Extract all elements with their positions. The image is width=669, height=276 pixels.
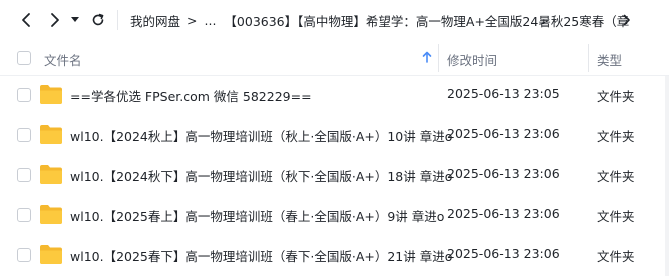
forward-button[interactable]	[45, 10, 65, 30]
breadcrumb: 我的网盘 > ... 【003636】【高中物理】希望学：高一物理A+全国版24…	[130, 0, 640, 40]
breadcrumb-separator: >	[187, 12, 198, 28]
column-divider[interactable]	[588, 44, 589, 72]
back-button[interactable]	[16, 10, 36, 30]
arrow-up-icon	[422, 51, 432, 63]
folder-icon	[40, 205, 62, 224]
file-row[interactable]: wl10.【2024秋上】高一物理培训班（秋上·全国版·A+）10讲 章进o 2…	[0, 116, 669, 156]
row-checkbox[interactable]	[17, 168, 31, 182]
file-row[interactable]: wl10.【2024秋下】高一物理培训班（秋下·全国版·A+）18讲 章进o 2…	[0, 156, 669, 196]
file-type: 文件夹	[597, 209, 635, 224]
folder-icon	[40, 85, 62, 104]
chevron-right-icon	[623, 14, 630, 26]
breadcrumb-root[interactable]: 我的网盘	[130, 11, 180, 30]
column-divider[interactable]	[438, 44, 439, 72]
row-checkbox[interactable]	[17, 128, 31, 142]
vertical-scrollbar[interactable]	[665, 76, 669, 276]
breadcrumb-ellipsis[interactable]: ...	[205, 13, 217, 28]
file-list-header: 文件名 修改时间 类型	[0, 40, 669, 76]
toolbar-divider	[117, 10, 118, 30]
column-header-type[interactable]: 类型	[597, 50, 622, 69]
file-type: 文件夹	[597, 129, 635, 144]
file-modified-time: 2025-06-13 23:06	[447, 166, 560, 181]
file-name[interactable]: wl10.【2025春下】高一物理培训班（春下·全国版·A+）21讲 章进o	[70, 246, 452, 265]
file-type: 文件夹	[597, 249, 635, 264]
chevron-left-icon	[22, 13, 30, 27]
row-checkbox[interactable]	[17, 248, 31, 262]
history-dropdown-button[interactable]	[68, 10, 82, 30]
sort-ascending-button[interactable]	[422, 51, 432, 66]
refresh-icon	[92, 13, 104, 26]
file-name[interactable]: wl10.【2024秋下】高一物理培训班（秋下·全国版·A+）18讲 章进o	[70, 166, 452, 185]
file-name[interactable]: ==学各优选 FPSer.com 微信 582229==	[70, 86, 312, 105]
breadcrumb-current[interactable]: 【003636】【高中物理】希望学：高一物理A+全国版24暑秋25寒春（章	[224, 11, 629, 30]
folder-icon	[40, 165, 62, 184]
file-row[interactable]: wl10.【2025春上】高一物理培训班（春上·全国版·A+）9讲 章进o 20…	[0, 196, 669, 236]
file-modified-time: 2025-06-13 23:06	[447, 246, 560, 261]
refresh-button[interactable]	[88, 10, 108, 30]
file-modified-time: 2025-06-13 23:06	[447, 126, 560, 141]
folder-icon	[40, 245, 62, 264]
column-header-modified[interactable]: 修改时间	[447, 50, 497, 69]
column-header-name[interactable]: 文件名	[44, 50, 82, 69]
file-row[interactable]: ==学各优选 FPSer.com 微信 582229== 2025-06-13 …	[0, 76, 669, 116]
navigation-bar: 我的网盘 > ... 【003636】【高中物理】希望学：高一物理A+全国版24…	[0, 0, 669, 40]
row-checkbox[interactable]	[17, 208, 31, 222]
file-list: ==学各优选 FPSer.com 微信 582229== 2025-06-13 …	[0, 76, 669, 276]
file-name[interactable]: wl10.【2025春上】高一物理培训班（春上·全国版·A+）9讲 章进o	[70, 206, 444, 225]
row-checkbox[interactable]	[17, 88, 31, 102]
file-name[interactable]: wl10.【2024秋上】高一物理培训班（秋上·全国版·A+）10讲 章进o	[70, 126, 452, 145]
file-modified-time: 2025-06-13 23:05	[447, 86, 560, 101]
chevron-right-icon	[51, 13, 59, 27]
folder-icon	[40, 125, 62, 144]
file-type: 文件夹	[597, 169, 635, 184]
select-all-checkbox[interactable]	[17, 51, 31, 65]
file-row[interactable]: wl10.【2025春下】高一物理培训班（春下·全国版·A+）21讲 章进o 2…	[0, 236, 669, 276]
file-type: 文件夹	[597, 89, 635, 104]
caret-down-icon	[71, 17, 79, 22]
file-modified-time: 2025-06-13 23:06	[447, 206, 560, 221]
breadcrumb-expand-button[interactable]	[620, 10, 634, 30]
